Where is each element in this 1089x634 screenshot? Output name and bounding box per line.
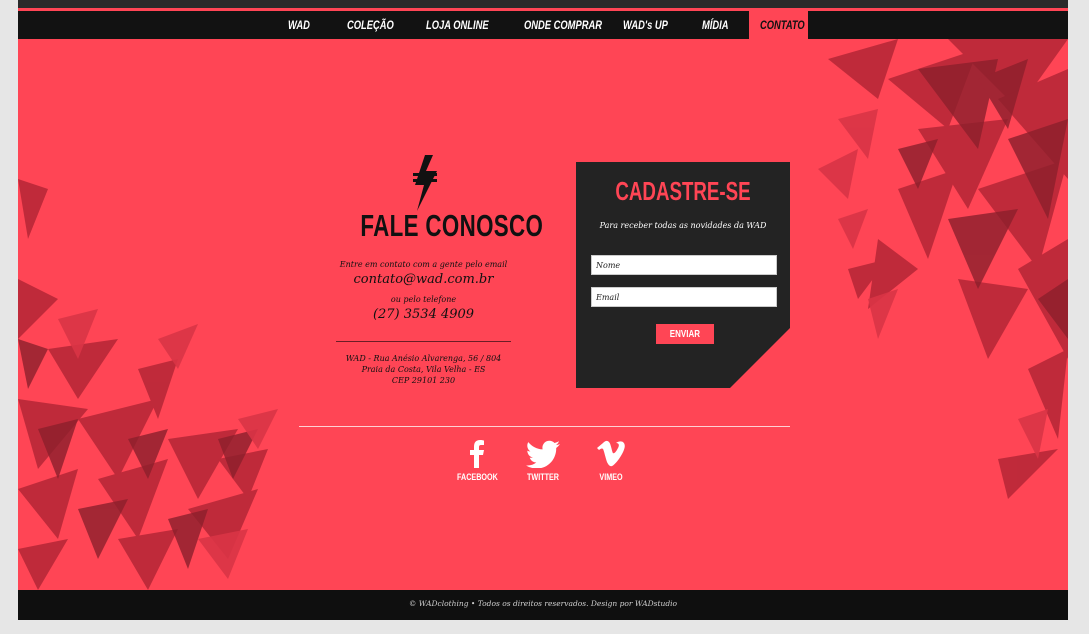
address-line-2: Praia da Costa, Vila Velha - ES	[361, 365, 486, 374]
nav-item-wads-up[interactable]: WAD's UP	[623, 11, 668, 39]
contact-phone: (27) 3534 4909	[372, 307, 475, 322]
top-strip	[18, 0, 1068, 8]
signup-subtitle: Para receber todas as novidades da WAD	[599, 221, 767, 230]
phone-intro: ou pelo telefone	[390, 295, 457, 304]
lightning-bolt-logo-icon	[413, 155, 437, 211]
page: WAD COLEÇÃO LOJA ONLINE ONDE COMPRAR WAD…	[18, 0, 1068, 620]
vimeo-icon	[597, 440, 625, 467]
signup-title: CADASTRE-SE	[615, 176, 751, 206]
contact-divider	[336, 341, 511, 342]
nav-item-contato[interactable]: CONTATO	[760, 11, 805, 39]
twitter-link[interactable]: TWITTER	[518, 440, 568, 482]
email-intro: Entre em contato com a gente pelo email	[339, 260, 508, 269]
section-divider	[299, 426, 790, 427]
address-line-3: CEP 29101 230	[391, 376, 456, 385]
facebook-icon	[470, 440, 484, 468]
facebook-link[interactable]: FACEBOOK	[452, 440, 502, 482]
facebook-label: FACEBOOK	[457, 472, 498, 482]
nav-item-midia[interactable]: MÍDIA	[702, 11, 729, 39]
nav-item-wad[interactable]: WAD	[288, 11, 310, 39]
shattered-shards-background	[18, 39, 1068, 590]
address-line-1: WAD - Rua Anésio Alvarenga, 56 / 804	[345, 354, 502, 363]
footer: © WADclothing • Todos os direitos reserv…	[18, 590, 1068, 620]
footer-text: © WADclothing • Todos os direitos reserv…	[408, 599, 678, 608]
nav-item-loja-online[interactable]: LOJA ONLINE	[426, 11, 489, 39]
name-field[interactable]	[591, 255, 777, 275]
send-button-label: ENVIAR	[669, 328, 701, 340]
send-button[interactable]: ENVIAR	[656, 324, 714, 344]
nav-item-colecao[interactable]: COLEÇÃO	[347, 11, 394, 39]
contact-email-link[interactable]: contato@wad.com.br	[336, 272, 511, 287]
main-navigation: WAD COLEÇÃO LOJA ONLINE ONDE COMPRAR WAD…	[18, 11, 1068, 39]
twitter-label: TWITTER	[527, 472, 559, 482]
vimeo-link[interactable]: VIMEO	[586, 440, 636, 482]
twitter-bird-icon	[526, 440, 560, 468]
email-field[interactable]	[591, 287, 777, 307]
vimeo-label: VIMEO	[599, 472, 623, 482]
nav-item-onde-comprar[interactable]: ONDE COMPRAR	[524, 11, 602, 39]
contact-title: FALE CONOSCO	[360, 208, 544, 243]
